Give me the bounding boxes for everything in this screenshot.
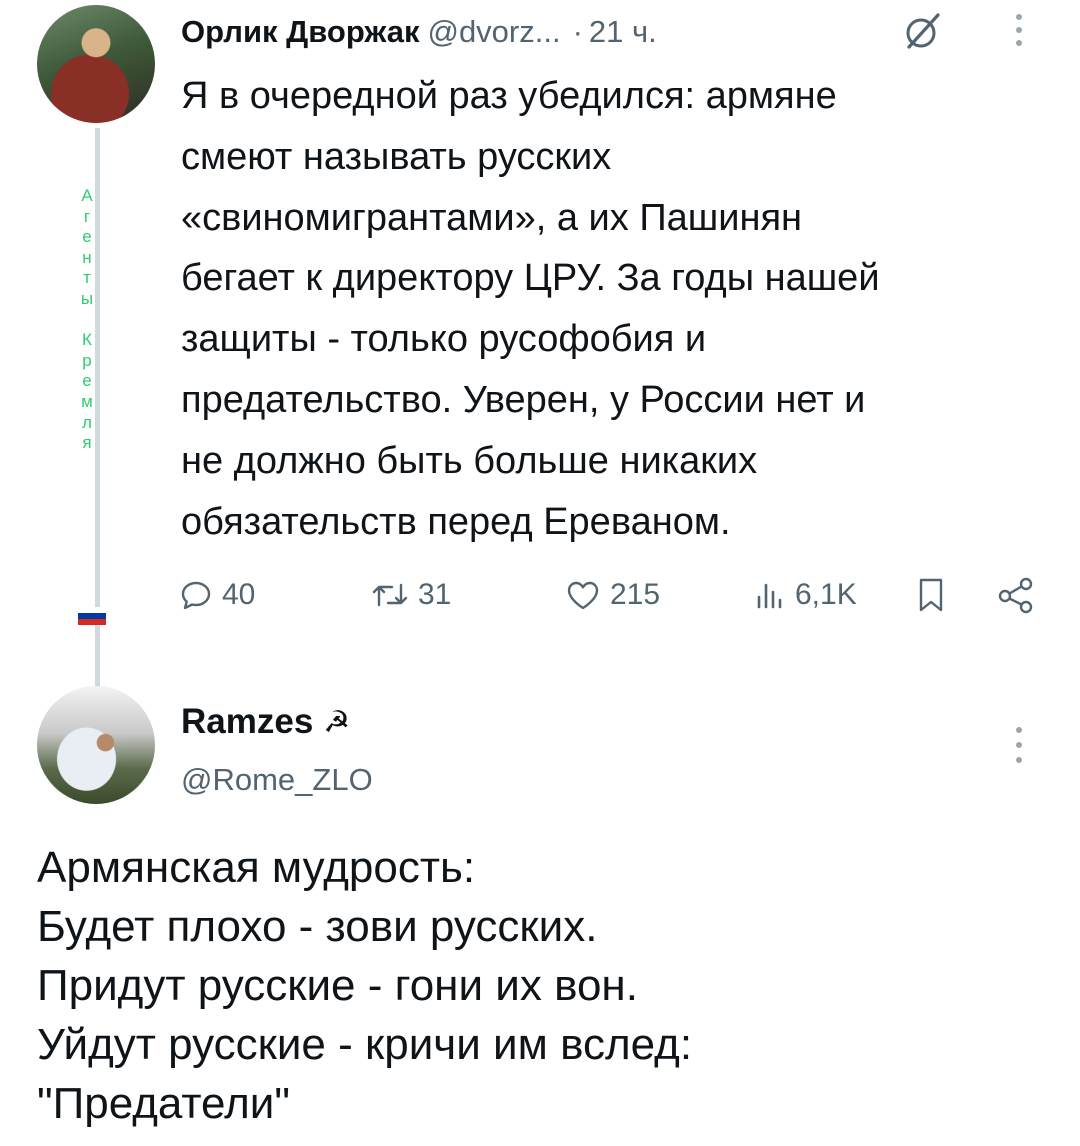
side-label-char: е <box>82 371 92 391</box>
side-label-char: ы <box>80 288 94 308</box>
author-avatar[interactable] <box>37 5 155 123</box>
share-button[interactable] <box>996 571 1036 619</box>
reply-icon <box>181 581 211 610</box>
repost-count: 31 <box>418 578 452 611</box>
views-button[interactable]: 6,1K <box>753 571 857 619</box>
author-name[interactable]: Ramzes <box>181 702 313 742</box>
heart-icon <box>567 581 599 610</box>
timestamp[interactable]: 21 ч. <box>589 14 657 50</box>
author-handle[interactable]: @Rome_ZLO <box>181 762 373 798</box>
side-label-char: я <box>82 433 92 453</box>
separator-dot: · <box>572 14 583 49</box>
views-count: 6,1K <box>795 578 857 611</box>
share-icon <box>998 577 1033 614</box>
hammer-sickle-icon: ☭ <box>323 705 351 739</box>
more-vertical-icon[interactable] <box>1004 718 1034 772</box>
bookmark-button[interactable] <box>914 571 948 619</box>
side-label-char <box>76 310 98 331</box>
like-button[interactable]: 215 <box>564 571 660 619</box>
side-label-char: л <box>82 412 92 432</box>
repost-icon <box>372 583 408 607</box>
more-vertical-icon[interactable] <box>1004 8 1034 52</box>
author-handle[interactable]: @dvorz... <box>427 14 560 50</box>
side-label-char: А <box>81 186 93 205</box>
repost-button[interactable]: 31 <box>370 571 451 619</box>
reply-button[interactable]: 40 <box>178 571 255 619</box>
grok-icon[interactable] <box>900 8 946 54</box>
side-label-char: м <box>81 391 93 411</box>
views-chart-icon <box>757 583 782 609</box>
like-count: 215 <box>610 578 661 611</box>
tweet-header: Орлик Дворжак @dvorz... · 21 ч. <box>181 10 657 54</box>
side-label-char: г <box>83 206 91 226</box>
side-label-char: е <box>82 227 92 247</box>
tweet-text: Я в очередной раз убедился: армяне смеют… <box>181 75 880 543</box>
side-label-char: р <box>82 350 92 370</box>
side-label-char: т <box>83 268 91 288</box>
bookmark-icon <box>919 578 943 612</box>
author-avatar[interactable] <box>37 686 155 804</box>
tweet-text: Армянская мудрость: Будет плохо - зови р… <box>37 843 693 1128</box>
reply-count: 40 <box>222 578 256 611</box>
tweet-header: Ramzes ☭ <box>181 700 350 744</box>
author-name[interactable]: Орлик Дворжак <box>181 14 419 50</box>
side-label: А г е н т ы К р е м л я <box>76 186 98 454</box>
side-label-char: К <box>82 330 92 350</box>
russia-flag-icon <box>78 607 106 625</box>
side-label-char: н <box>82 247 92 267</box>
action-bar: 40 31 215 6,1K <box>178 571 1048 619</box>
